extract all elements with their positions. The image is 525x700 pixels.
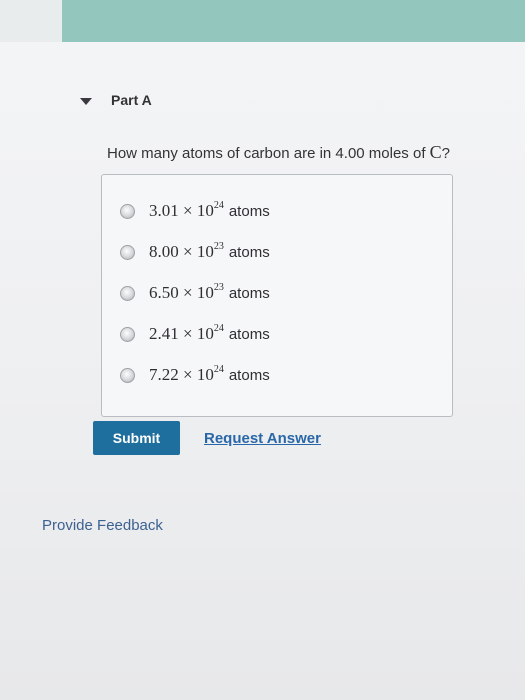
option-label: 7.22 × 10 24 atoms bbox=[149, 364, 270, 385]
option-exponent: 24 bbox=[213, 200, 224, 211]
answer-option[interactable]: 6.50 × 10 23 atoms bbox=[120, 282, 270, 303]
radio-button[interactable] bbox=[120, 326, 135, 342]
radio-button[interactable] bbox=[120, 367, 135, 383]
option-label: 6.50 × 10 23 atoms bbox=[149, 282, 270, 303]
header-band-left bbox=[0, 0, 62, 42]
option-label: 2.41 × 10 24 atoms bbox=[149, 323, 270, 344]
option-unit: atoms bbox=[228, 285, 270, 302]
answer-option[interactable]: 7.22 × 10 24 atoms bbox=[120, 364, 270, 385]
radio-button[interactable] bbox=[120, 244, 135, 260]
option-unit: atoms bbox=[228, 326, 270, 343]
option-mantissa: 8.00 × 10 bbox=[149, 242, 214, 261]
header-band bbox=[62, 0, 525, 42]
request-answer-link[interactable]: Request Answer bbox=[204, 430, 321, 447]
option-exponent: 24 bbox=[213, 364, 224, 375]
radio-button[interactable] bbox=[120, 285, 135, 301]
option-mantissa: 7.22 × 10 bbox=[149, 365, 214, 384]
option-exponent: 23 bbox=[213, 241, 224, 252]
provide-feedback-link[interactable]: Provide Feedback bbox=[42, 517, 163, 534]
answer-option[interactable]: 3.01 × 10 24 atoms bbox=[120, 200, 270, 221]
option-label: 3.01 × 10 24 atoms bbox=[149, 200, 270, 221]
question-body: How many atoms of carbon are in 4.00 mol… bbox=[107, 145, 430, 162]
option-exponent: 24 bbox=[213, 323, 224, 334]
answer-options-box: 3.01 × 10 24 atoms 8.00 × 10 23 atoms 6.50 ×… bbox=[101, 174, 453, 417]
option-mantissa: 6.50 × 10 bbox=[149, 283, 214, 302]
question-mark: ? bbox=[441, 145, 451, 162]
radio-button[interactable] bbox=[120, 203, 135, 219]
option-exponent: 23 bbox=[213, 282, 224, 293]
option-unit: atoms bbox=[228, 244, 270, 261]
option-mantissa: 3.01 × 10 bbox=[149, 201, 214, 220]
collapse-caret-icon[interactable] bbox=[80, 97, 92, 105]
part-title: Part A bbox=[111, 92, 152, 108]
answer-option[interactable]: 2.41 × 10 24 atoms bbox=[120, 323, 270, 344]
option-label: 8.00 × 10 23 atoms bbox=[149, 241, 270, 262]
option-unit: atoms bbox=[228, 367, 270, 384]
question-chemical-symbol: C bbox=[429, 142, 442, 162]
question-text: How many atoms of carbon are in 4.00 mol… bbox=[107, 142, 450, 163]
option-unit: atoms bbox=[228, 203, 270, 220]
option-mantissa: 2.41 × 10 bbox=[149, 324, 214, 343]
submit-button[interactable]: Submit bbox=[93, 421, 180, 455]
answer-option[interactable]: 8.00 × 10 23 atoms bbox=[120, 241, 270, 262]
part-header[interactable]: Part A bbox=[80, 92, 152, 108]
